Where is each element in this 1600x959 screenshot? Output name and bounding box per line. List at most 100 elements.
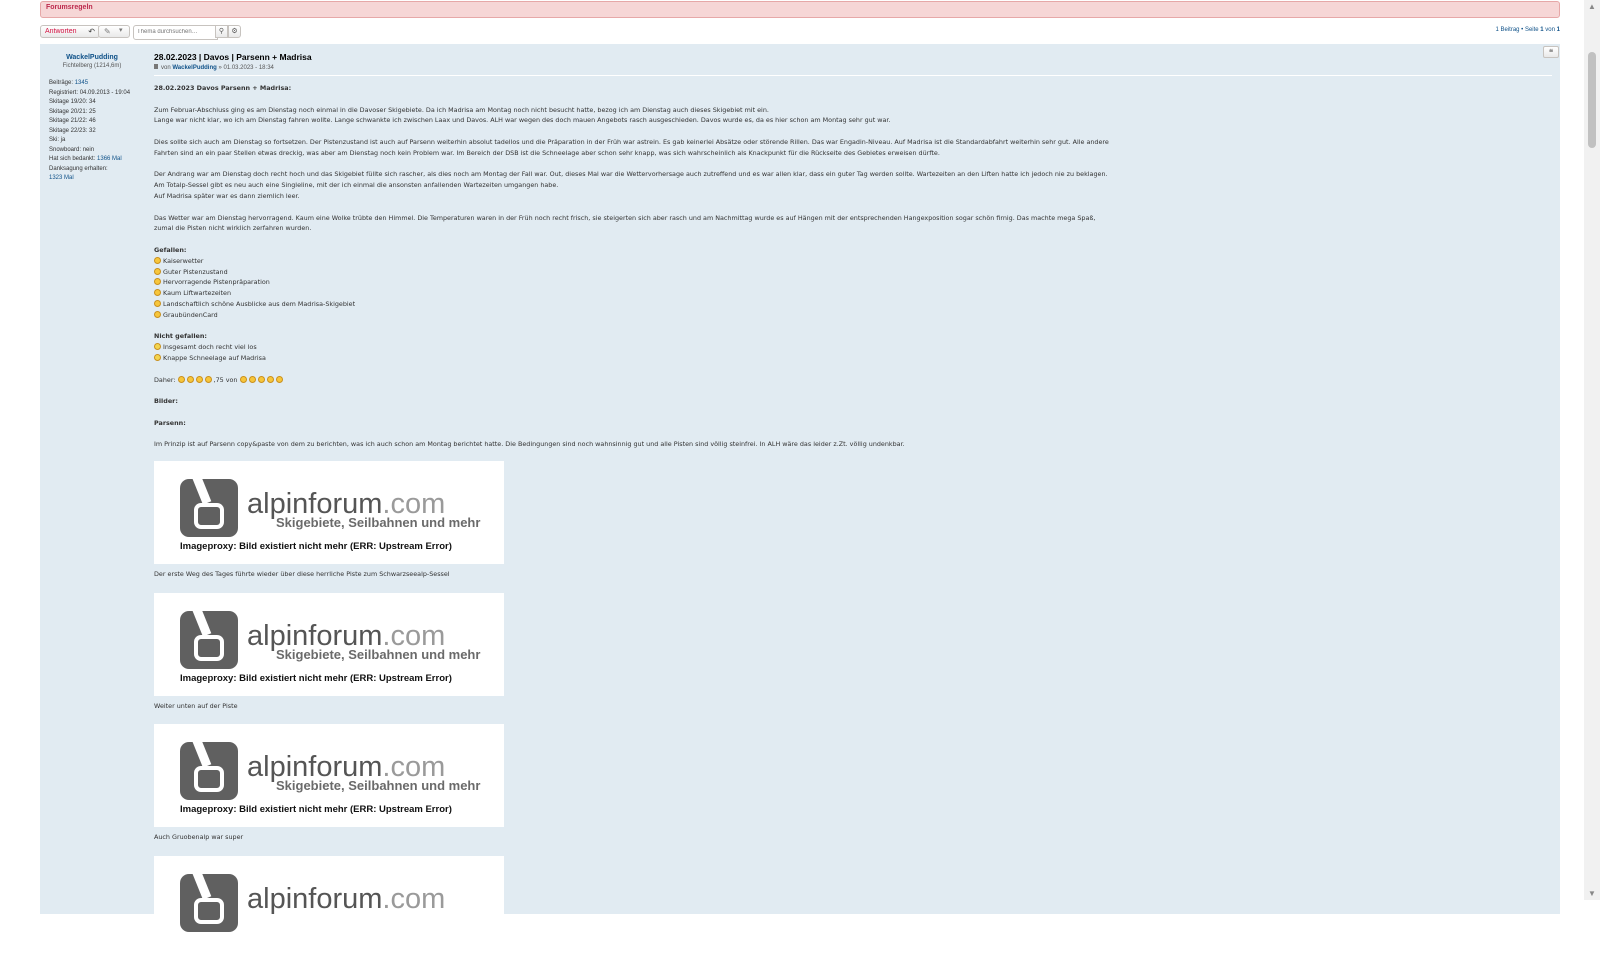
thanks-received-link[interactable]: 1323 Mal [49,175,74,181]
pictures-heading: Bilder: [154,397,178,406]
brand-dot: .com [382,883,446,916]
liked-item-label: GraubündenCard [163,310,218,319]
wrench-icon: ✎ [104,27,111,36]
post-author[interactable]: WackelPudding [172,65,216,71]
forum-rules-banner[interactable]: Forumsregeln [40,1,1560,18]
parsenn-text: Im Prinzip ist auf Parsenn copy&paste vo… [154,440,905,449]
disliked-heading: Nicht gefallen: [154,332,207,341]
paragraph-1b: Lange war nicht klar, wo ich am Dienstag… [154,116,891,125]
action-bar: Antworten ↶ ✎ ▾ ⚲ ⚙ [40,25,1560,40]
image-error: Imageproxy: Bild existiert nicht mehr (E… [180,540,452,552]
forum-rules-label[interactable]: Forumsregeln [46,4,93,11]
post-date: » 01.03.2023 - 18:34 [218,65,274,71]
quote-button[interactable]: ❝ [1543,46,1559,58]
smiley-icon [154,256,161,264]
smiley-icon [204,375,212,383]
profile-snowboard: Snowboard: nein [49,146,95,153]
scrollbar-thumb[interactable] [1588,52,1596,148]
post-header: 28.02.2023 | Davos | Parsenn + Madrisa v… [154,52,1524,71]
post-divider [154,75,1552,76]
paragraph-3a: Der Andrang war am Dienstag doch recht h… [154,170,1108,190]
disliked-item-label: Insgesamt doch recht viel los [163,343,257,352]
post-image[interactable]: alpinforum.com Skigebiete, Seilbahnen un… [154,724,504,828]
total-pages: 1 [1556,27,1560,33]
post-image[interactable]: alpinforum.com Skigebiete, Seilbahnen un… [154,592,504,696]
scroll-down-icon[interactable]: ▼ [1588,889,1596,898]
profile-skitage-1920: Skitage 19/20: 34 [49,99,96,105]
neutral-face-icon [154,353,161,361]
advanced-search-button[interactable]: ⚙ [228,25,241,38]
smiley-icon [248,375,256,383]
gondola-logo-icon [180,742,238,801]
smiley-icon [195,375,203,383]
rating-line: Daher: ,75 von [154,375,1114,386]
search-icon: ⚲ [218,28,225,35]
profile-skitage-2122: Skitage 21/22: 46 [49,118,96,124]
profile-thanks-received-value: 1323 Mal [49,174,135,184]
smiley-icon [177,375,185,383]
rating-mid: ,75 von [213,375,238,384]
smiley-icon [266,375,274,383]
gondola-logo-icon [180,478,238,537]
scroll-up-icon[interactable]: ▲ [1588,2,1596,11]
reply-label: Antworten [45,28,77,35]
smiley-icon [154,267,161,275]
disliked-item: Insgesamt doch recht viel los [154,343,257,351]
liked-item-label: Landschaftlich schöne Ausblicke aus dem … [163,299,356,308]
posts-link[interactable]: 1345 [75,80,88,86]
paragraph-2: Dies sollte sich auch am Dienstag so for… [154,137,1109,157]
liked-item-label: Kaiserwetter [163,256,204,265]
pagination-of: von [1543,27,1557,33]
paragraph-1a: Zum Februar-Abschluss ging es am Diensta… [154,105,769,114]
reply-button[interactable]: Antworten ↶ [40,25,100,38]
brand-main: alpinforum [247,883,383,916]
brand-name: alpinforum.com [247,884,445,914]
paragraph-4: Das Wetter war am Dienstag hervorragend.… [154,213,1096,233]
post-content: 28.02.2023 Davos Parsenn + Madrisa: Zum … [154,83,1114,959]
liked-heading: Gefallen: [154,245,187,254]
neutral-face-icon [154,343,161,351]
liked-item: Guter Pistenzustand [154,267,228,276]
smiley-icon [154,310,161,318]
pagination: 1 Beitrag • Seite 1 von 1 [1496,27,1561,33]
rating-prefix: Daher: [154,375,176,384]
post-image[interactable]: alpinforum.com Skigebiete, Seilbahnen un… [154,460,504,564]
page-scrollbar[interactable]: ▲ ▼ [1584,0,1600,900]
liked-item: GraubündenCard [154,310,218,319]
post-author-line: von WackelPudding » 01.03.2023 - 18:34 [154,64,1524,71]
gondola-logo-icon [180,610,238,669]
topic-tools-button[interactable]: ✎ ▾ [98,25,130,38]
profile-thanked: Hat sich bedankt: 1366 Mal [49,155,135,165]
liked-item-label: Hervorragende Pistenpräparation [163,278,270,287]
liked-item-label: Kaum Liftwartezeiten [163,289,232,298]
post-icon[interactable] [154,64,158,69]
thanked-link[interactable]: 1366 Mal [97,156,122,162]
profile-skitage-2223: Skitage 22/23: 32 [49,127,96,134]
smiley-icon [154,299,161,307]
image-caption: Weiter unten auf der Piste [154,701,238,710]
profile-posts: Beiträge: 1345 [49,79,135,89]
post-title[interactable]: 28.02.2023 | Davos | Parsenn + Madrisa [154,52,1524,62]
search-button[interactable]: ⚲ [215,25,228,38]
liked-item-label: Guter Pistenzustand [163,267,228,276]
liked-item: Landschaftlich schöne Ausblicke aus dem … [154,299,356,308]
registered-value: 04.09.2013 - 19:04 [79,89,131,96]
paragraph-3b: Auf Madrisa später war es dann ziemlich … [154,191,300,200]
liked-item: Kaum Liftwartezeiten [154,289,231,297]
smiley-icon [154,278,161,286]
brand-subtitle: Skigebiete, Seilbahnen und mehr [276,778,481,794]
disliked-item: Knappe Schneelage auf Madrisa [154,353,266,362]
pagination-text: 1 Beitrag • Seite [1495,27,1541,33]
post-by: von [161,65,171,71]
profile-username[interactable]: WackelPudding [49,54,135,61]
smiley-icon [239,375,247,383]
image-caption: Auch Gruobenalp war super [154,833,244,842]
brand-subtitle: Skigebiete, Seilbahnen und mehr [276,514,481,530]
profile-stats: Beiträge: 1345 Registriert: 04.09.2013 -… [49,79,135,184]
profile-rank: Fichtelberg (1214,6m) [62,63,122,69]
image-error: Imageproxy: Bild existiert nicht mehr (E… [180,672,452,684]
topic-search-input[interactable] [133,25,218,40]
post-image[interactable]: alpinforum.com [154,856,504,959]
profile-thanks-received: Danksagung erhalten: [49,165,135,175]
post-heading: 28.02.2023 Davos Parsenn + Madrisa: [154,84,292,92]
